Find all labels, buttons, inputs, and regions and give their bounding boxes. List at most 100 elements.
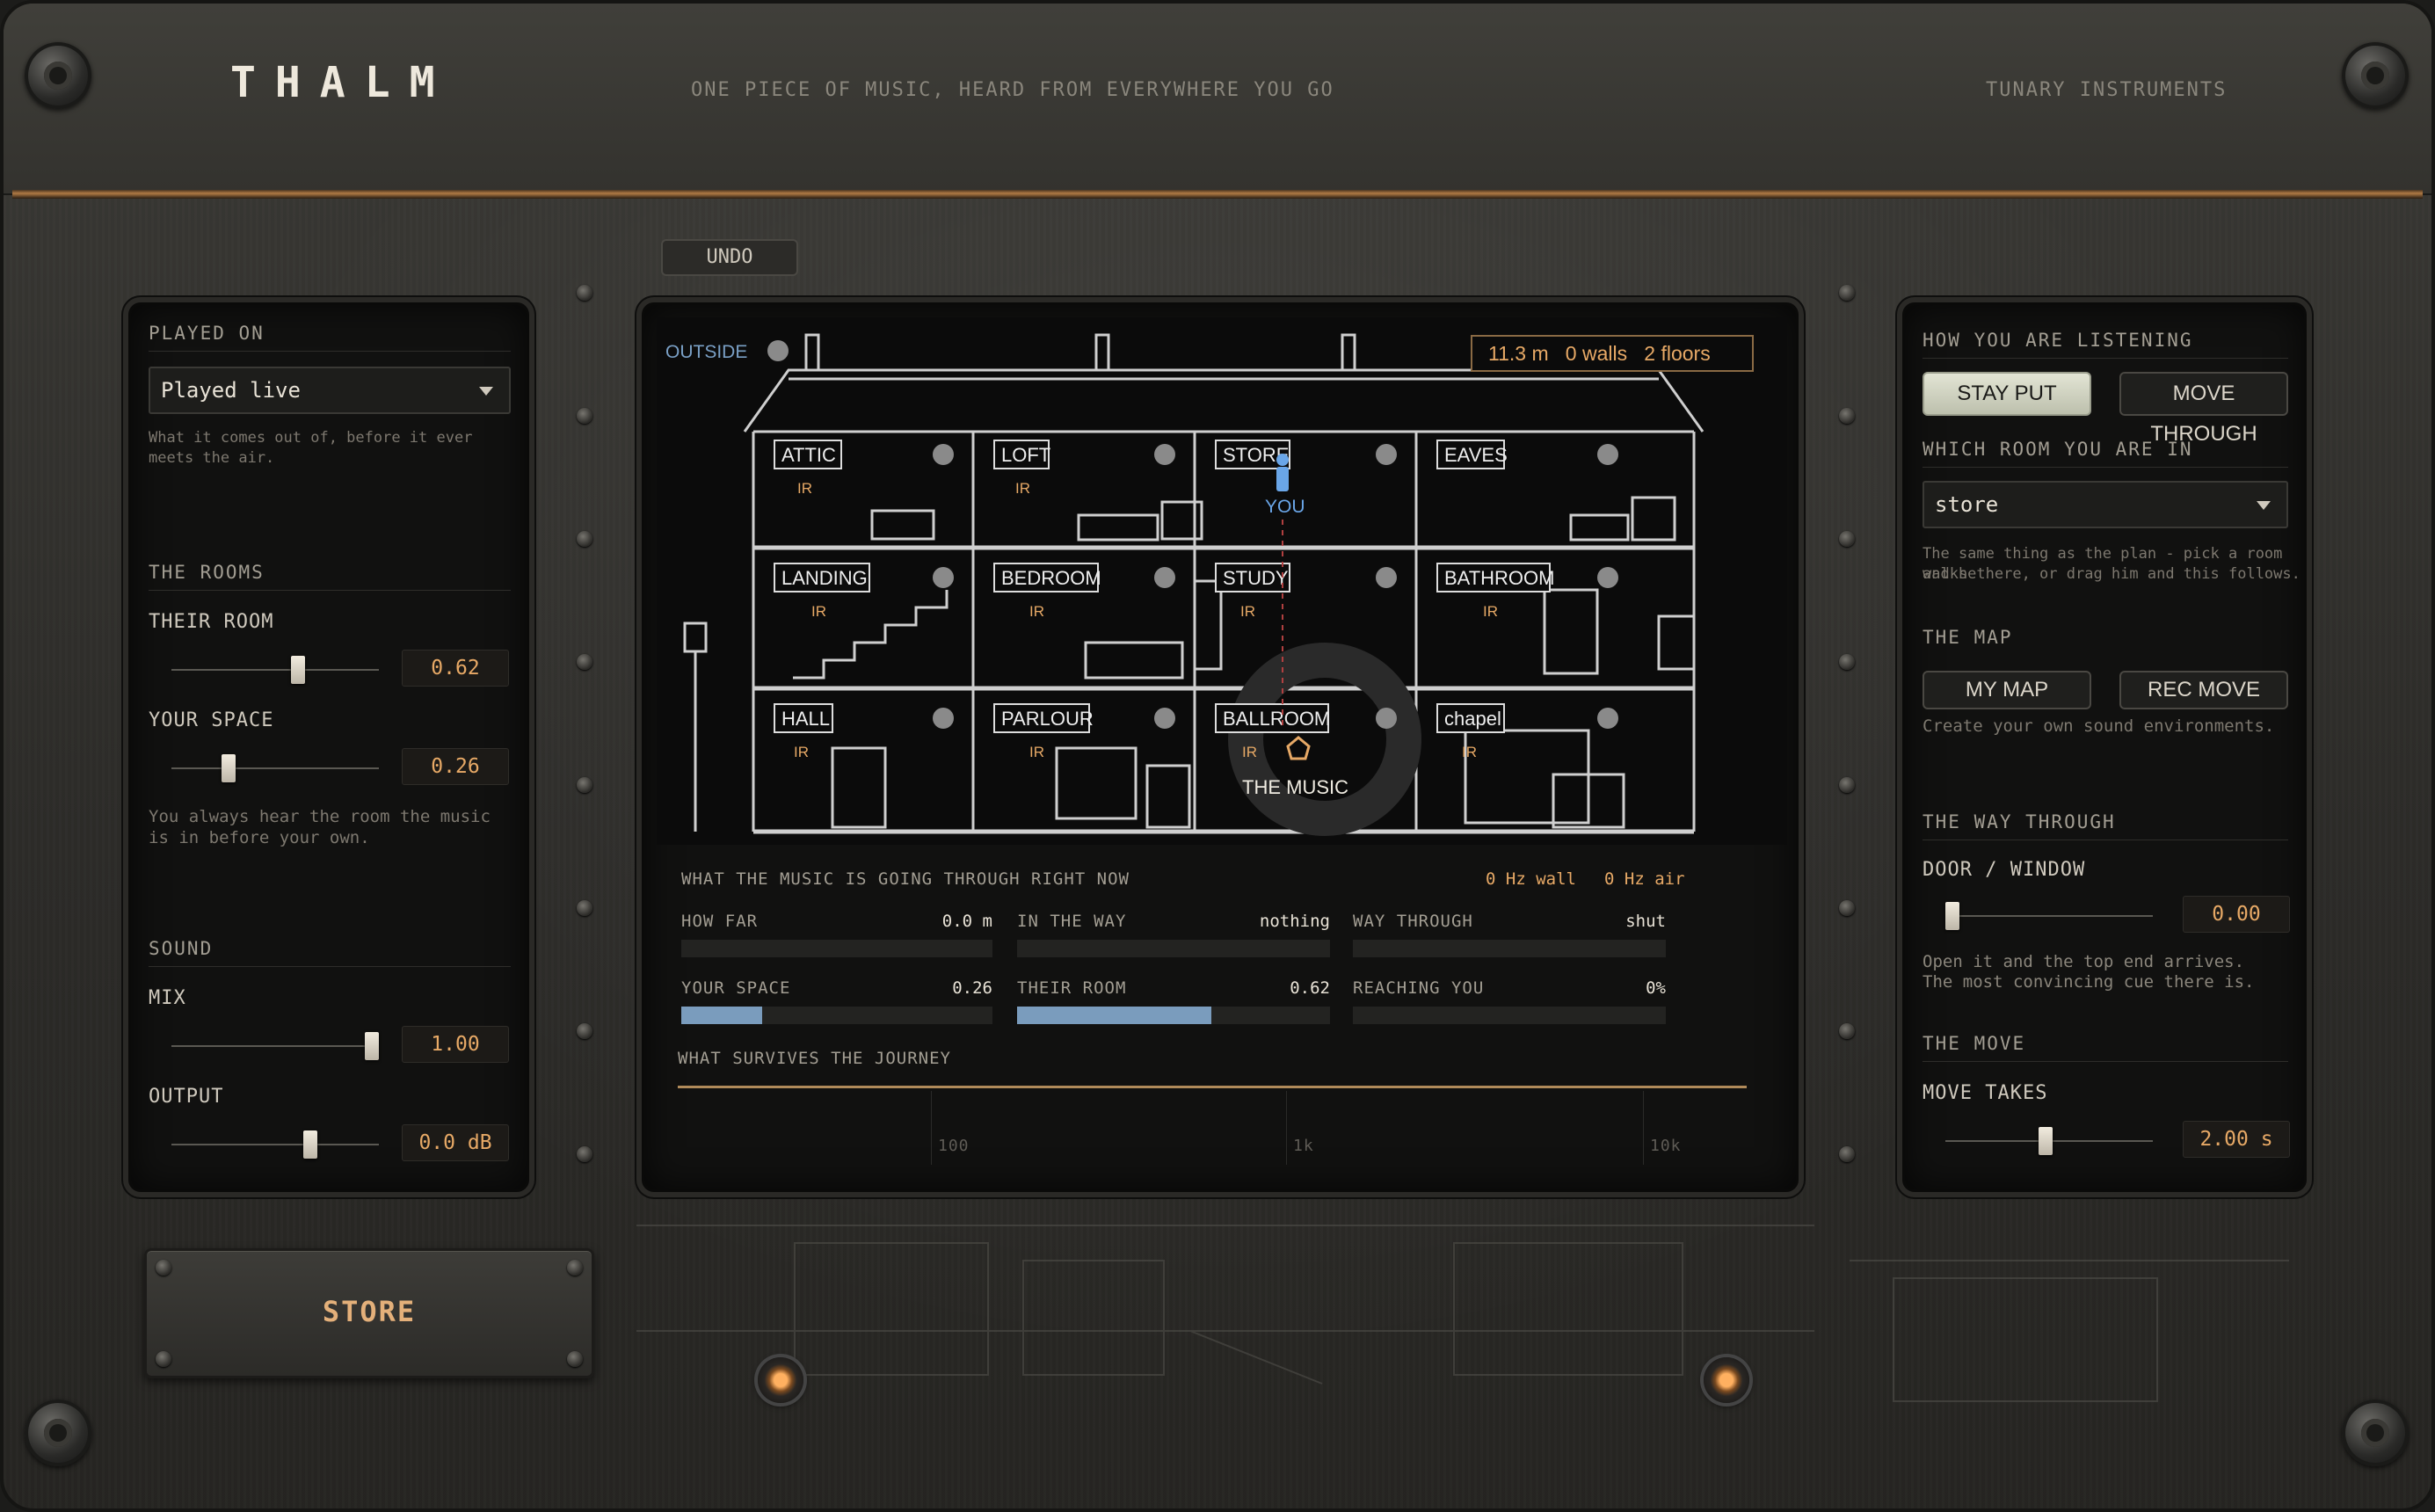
their-room-value[interactable]: 0.62	[402, 650, 509, 687]
rivet-icon	[1839, 531, 1855, 547]
my-map-button[interactable]: MY MAP	[1923, 671, 2091, 709]
divider	[1923, 467, 2288, 468]
journey-title: WHAT THE MUSIC IS GOING THROUGH RIGHT NO…	[681, 869, 1130, 889]
ir-badge[interactable]: IR	[1240, 603, 1255, 620]
room-eaves[interactable]: EAVES	[1436, 440, 1508, 469]
their-room-stat-label: THEIR ROOM	[1017, 978, 1127, 998]
your-space-stat-bar	[681, 1007, 992, 1024]
reaching-you-value: 0%	[1646, 978, 1666, 998]
ir-badge[interactable]: IR	[1242, 744, 1257, 760]
gear-icon[interactable]	[933, 567, 954, 588]
ir-badge[interactable]: IR	[1015, 480, 1030, 497]
gear-icon[interactable]	[1597, 708, 1618, 729]
gear-icon[interactable]	[1376, 567, 1397, 588]
gear-icon[interactable]	[1597, 444, 1618, 465]
gear-icon[interactable]	[933, 708, 954, 729]
freq-tick-100: 100	[938, 1137, 970, 1155]
ir-badge[interactable]: IR	[1462, 744, 1477, 760]
mix-slider-track[interactable]	[171, 1045, 379, 1047]
house-plan[interactable]: ATTIC IR LOFT IR STORE EAVES LANDING IR …	[657, 317, 1787, 845]
rivet-icon	[567, 1351, 583, 1367]
door-slider-thumb[interactable]	[1945, 902, 1959, 930]
right-panel: HOW YOU ARE LISTENING STAY PUT MOVE THRO…	[1902, 302, 2307, 1192]
person-icon	[1276, 454, 1289, 466]
room-select[interactable]: store	[1923, 481, 2288, 528]
room-loft-label: LOFT	[1001, 444, 1050, 466]
move-through-button[interactable]: MOVE THROUGH	[2119, 372, 2288, 446]
header-bar: THALM ONE PIECE OF MUSIC, HEARD FROM EVE…	[4, 4, 2431, 195]
outside-label[interactable]: OUTSIDE	[665, 342, 747, 362]
rivet-icon	[567, 1260, 583, 1276]
maker-name: TUNARY INSTRUMENTS	[1986, 79, 2228, 101]
walls-value: 0 walls	[1565, 342, 1628, 365]
rivet-icon	[577, 654, 592, 670]
move-section-label: THE MOVE	[1923, 1033, 2026, 1054]
room-ballroom-label: BALLROOM	[1223, 708, 1330, 730]
gear-icon[interactable]	[1376, 708, 1397, 729]
room-study-label: STUDY	[1223, 567, 1289, 589]
undo-button[interactable]: UNDO	[661, 239, 798, 276]
their-room-slider-thumb[interactable]	[291, 656, 306, 684]
your-space-slider-thumb[interactable]	[222, 754, 236, 782]
ir-badge[interactable]: IR	[1483, 603, 1498, 620]
which-room-label: WHICH ROOM YOU ARE IN	[1923, 439, 2193, 460]
logo: THALM	[230, 58, 454, 107]
way-through-label: WAY THROUGH	[1353, 912, 1473, 931]
how-far-label: HOW FAR	[681, 912, 759, 931]
gear-icon[interactable]	[1154, 567, 1175, 588]
played-on-select[interactable]: Played live	[149, 367, 511, 414]
room-attic-label: ATTIC	[781, 444, 836, 466]
ir-badge[interactable]: IR	[1029, 603, 1044, 620]
rooms-label: THE ROOMS	[149, 562, 265, 583]
map-hint: Create your own sound environments.	[1923, 716, 2275, 736]
your-space-value[interactable]: 0.26	[402, 748, 509, 785]
mix-label: MIX	[149, 987, 186, 1009]
store-button[interactable]: STORE	[144, 1248, 594, 1378]
mix-slider-thumb[interactable]	[365, 1032, 379, 1060]
output-slider-track[interactable]	[171, 1144, 379, 1145]
move-takes-value[interactable]: 2.00 s	[2183, 1121, 2290, 1158]
gridline	[1643, 1091, 1644, 1165]
gear-icon[interactable]	[1597, 567, 1618, 588]
rivet-icon	[1839, 1146, 1855, 1162]
app-window: THALM ONE PIECE OF MUSIC, HEARD FROM EVE…	[0, 0, 2435, 1512]
gear-icon[interactable]	[767, 340, 789, 361]
your-space-slider-track[interactable]	[171, 767, 379, 769]
gear-icon[interactable]	[1376, 444, 1397, 465]
rivet-icon	[156, 1260, 171, 1276]
room-landing-label: LANDING	[781, 567, 868, 589]
door-slider-track[interactable]	[1945, 915, 2153, 917]
divider	[149, 966, 511, 967]
room-hint-line2: walks there, or drag him and this follow…	[1923, 565, 2301, 583]
move-takes-slider-thumb[interactable]	[2038, 1127, 2053, 1155]
chevron-down-icon	[479, 387, 493, 396]
rivet-icon	[1839, 900, 1855, 916]
you-label: YOU	[1265, 497, 1305, 517]
their-room-fill	[1017, 1007, 1211, 1024]
ir-badge[interactable]: IR	[1029, 744, 1044, 760]
rivet-icon	[577, 285, 592, 301]
gear-icon[interactable]	[1154, 708, 1175, 729]
room-bedroom-label: BEDROOM	[1001, 567, 1101, 589]
in-the-way-label: IN THE WAY	[1017, 912, 1127, 931]
their-room-slider-track[interactable]	[171, 669, 379, 671]
rivet-icon	[1839, 285, 1855, 301]
gear-icon[interactable]	[1154, 444, 1175, 465]
played-on-hint: What it comes out of, before it ever mee…	[149, 429, 473, 467]
way-through-section-label: THE WAY THROUGH	[1923, 811, 2116, 832]
output-value[interactable]: 0.0 dB	[402, 1124, 509, 1161]
ir-badge[interactable]: IR	[797, 480, 812, 497]
rec-move-button[interactable]: REC MOVE	[2119, 671, 2288, 709]
gear-icon[interactable]	[933, 444, 954, 465]
ir-badge[interactable]: IR	[811, 603, 826, 620]
gridline	[1286, 1091, 1287, 1165]
rivet-icon	[1839, 654, 1855, 670]
ir-badge[interactable]: IR	[794, 744, 809, 760]
stay-put-button[interactable]: STAY PUT	[1923, 372, 2091, 416]
distance-value: 11.3 m	[1488, 342, 1549, 365]
door-hint-line1: Open it and the top end arrives.	[1923, 952, 2245, 971]
door-value[interactable]: 0.00	[2183, 896, 2290, 933]
mix-value[interactable]: 1.00	[402, 1026, 509, 1063]
output-slider-thumb[interactable]	[302, 1130, 317, 1159]
left-panel: PLAYED ON Played live What it comes out …	[128, 302, 529, 1192]
